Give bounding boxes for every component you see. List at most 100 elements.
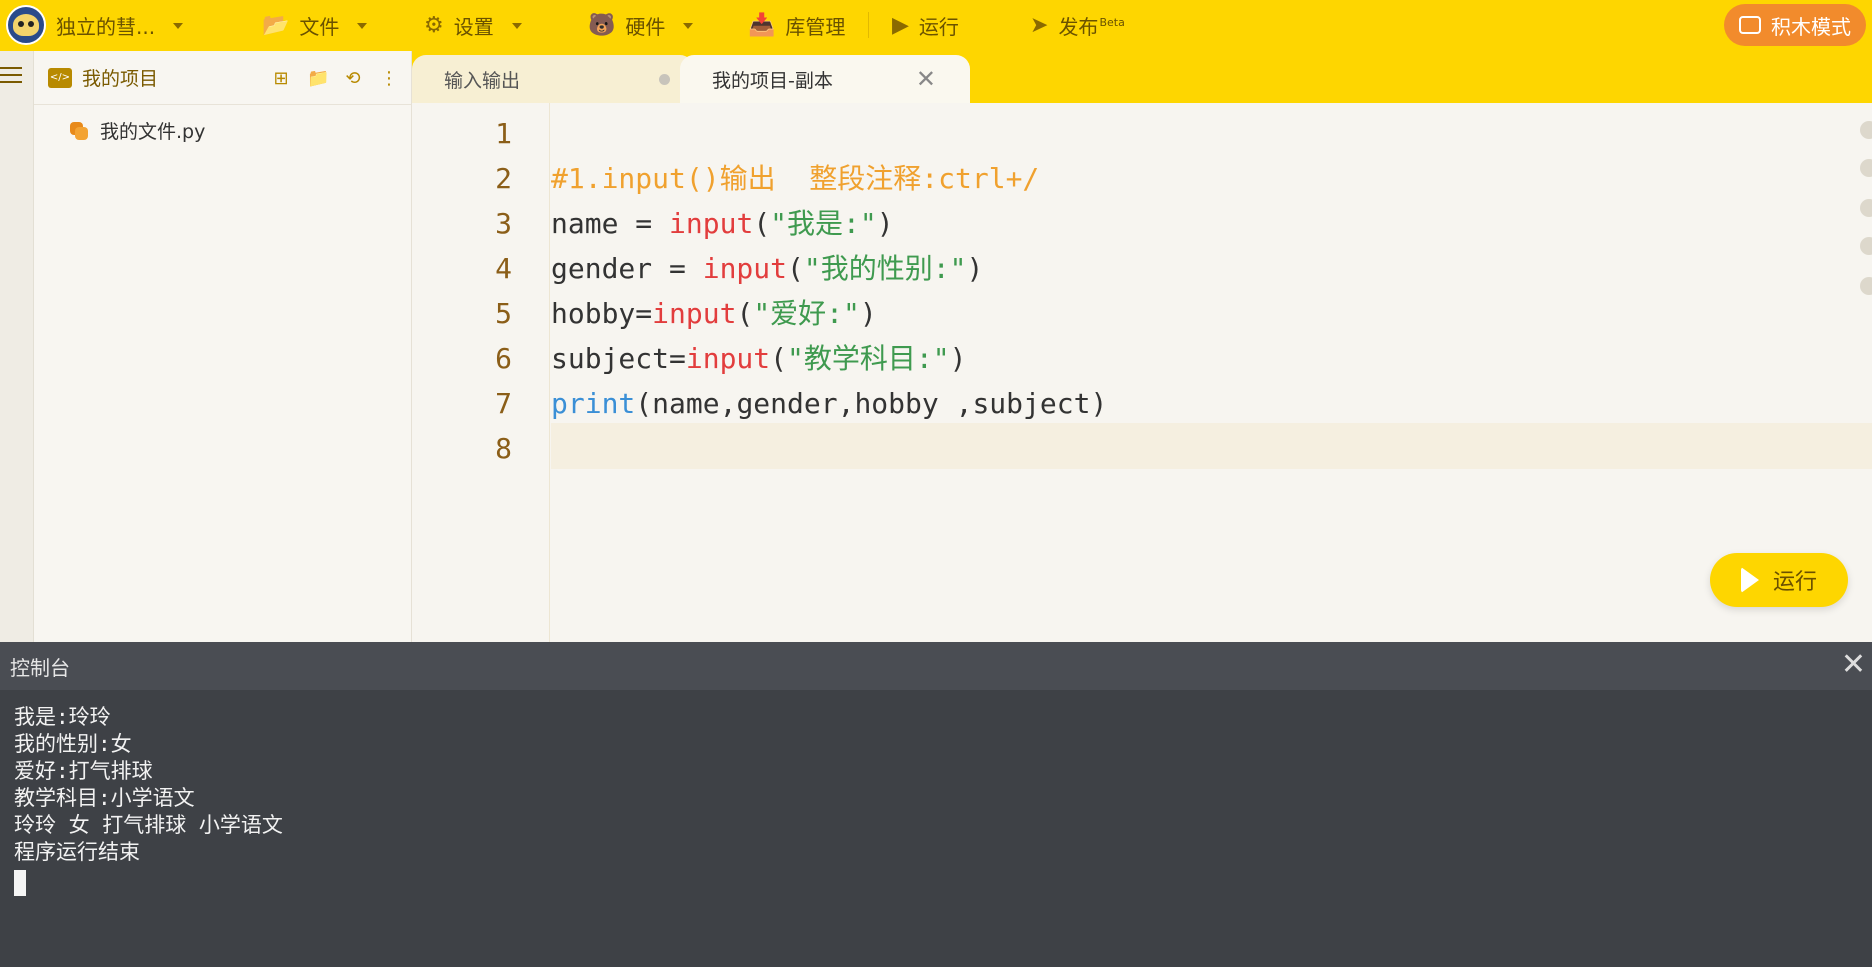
side-tool-icon[interactable] [1860, 237, 1872, 255]
tab-label: 我的项目-副本 [712, 69, 833, 92]
avatar[interactable] [6, 5, 46, 45]
project-name-label: 独立的彗... [56, 15, 156, 39]
more-options-icon[interactable]: ⋮ [379, 68, 399, 89]
code-token: "我的性别:" [803, 252, 967, 285]
side-tool-icon[interactable] [1860, 121, 1872, 139]
line-number: 8 [495, 432, 512, 465]
console-output[interactable]: 我是:玲玲 我的性别:女 爱好:打气排球 教学科目:小学语文 玲玲 女 打气排球… [0, 690, 1872, 903]
chevron-down-icon [173, 22, 184, 29]
send-icon: ➤ [1030, 12, 1049, 38]
code-token: gender = [551, 252, 703, 285]
code-token: ) [949, 342, 967, 375]
folder-icon: 📂 [262, 12, 290, 38]
hardware-icon: 🐻 [588, 12, 616, 38]
code-token: ( [753, 207, 771, 240]
code-token: ) [859, 297, 877, 330]
sidebar-toolbar: ⊞ 📁 ⟲ ⋮ [271, 51, 399, 105]
close-console-icon[interactable]: ✕ [1841, 650, 1866, 680]
file-menu[interactable]: 📂 文件 [262, 0, 368, 51]
avatar-face-icon [13, 14, 39, 36]
blocks-icon [1739, 16, 1761, 34]
close-tab-icon[interactable]: ✕ [916, 67, 936, 91]
code-token: "我是:" [770, 207, 877, 240]
file-menu-label: 文件 [299, 15, 340, 39]
new-folder-icon[interactable]: 📁 [307, 68, 329, 89]
code-line: #1.input()输出 整段注释:ctrl+/ [551, 156, 1039, 201]
line-number: 3 [495, 207, 512, 240]
side-tool-icon[interactable] [1860, 277, 1872, 295]
menu-divider [868, 12, 869, 38]
code-token: #1.input()输出 整段注释:ctrl+/ [551, 162, 1040, 195]
code-token: "教学科目:" [787, 342, 950, 375]
line-number: 7 [495, 387, 512, 420]
code-line: hobby=input("爱好:") [551, 291, 877, 336]
code-token: print [551, 387, 636, 420]
line-number: 2 [495, 162, 512, 195]
chevron-down-icon [683, 22, 694, 29]
publish-menu[interactable]: ➤ 发布Beta [1030, 0, 1125, 51]
settings-menu[interactable]: ⚙ 设置 [424, 0, 522, 51]
code-token: input [702, 252, 788, 285]
console-header: 控制台 ✕ [0, 642, 1872, 690]
beta-badge: Beta [1099, 16, 1125, 30]
code-token: ) [876, 207, 894, 240]
side-tool-icon[interactable] [1860, 199, 1872, 217]
gear-icon: ⚙ [424, 12, 444, 38]
new-file-icon[interactable]: ⊞ [271, 68, 291, 89]
run-button-label: 运行 [1772, 570, 1817, 595]
code-editor[interactable]: 1 2 #1.input()输出 整段注释:ctrl+/3 name = input(… [412, 103, 1872, 642]
settings-menu-label: 设置 [453, 15, 494, 39]
code-line: gender = input("我的性别:") [551, 246, 983, 291]
library-menu[interactable]: 📥 库管理 [748, 0, 845, 51]
hardware-menu-label: 硬件 [625, 15, 666, 39]
run-button[interactable]: 运行 [1710, 553, 1848, 607]
code-token: ( [770, 342, 788, 375]
project-sidebar: </> 我的项目 ⊞ 📁 ⟲ ⋮ 我的文件.py [34, 51, 412, 642]
console-panel: 控制台 ✕ 我是:玲玲 我的性别:女 爱好:打气排球 教学科目:小学语文 玲玲 … [0, 642, 1872, 967]
unsaved-dot-icon [659, 73, 670, 85]
project-code-icon: </> [48, 67, 72, 88]
top-menu-bar: 独立的彗... 📂 文件 ⚙ 设置 🐻 硬件 📥 库管理 ▶ 运行 ➤ 发布Be… [0, 0, 1872, 51]
line-number: 5 [495, 297, 512, 330]
block-mode-label: 积木模式 [1771, 14, 1851, 39]
chevron-down-icon [357, 22, 368, 29]
line-number: 4 [495, 252, 512, 285]
library-icon: 📥 [748, 12, 776, 38]
sidebar-header: </> 我的项目 ⊞ 📁 ⟲ ⋮ [34, 51, 411, 105]
sidebar-title: 我的项目 [82, 68, 159, 90]
tab-my-project-copy[interactable]: 我的项目-副本 ✕ [680, 55, 970, 103]
code-line: print(name,gender,hobby ,subject) [551, 381, 1107, 426]
collapse-sidebar-icon[interactable] [0, 67, 22, 88]
library-menu-label: 库管理 [785, 15, 846, 39]
code-token: input [669, 207, 754, 240]
left-activity-strip [0, 51, 34, 642]
console-output-text: 我是:玲玲 我的性别:女 爱好:打气排球 教学科目:小学语文 玲玲 女 打气排球… [14, 705, 283, 864]
code-token: "爱好:" [753, 297, 860, 330]
console-cursor [14, 870, 26, 896]
import-file-icon[interactable]: ⟲ [343, 68, 363, 89]
line-number: 1 [495, 117, 512, 150]
side-tool-icon[interactable] [1860, 159, 1872, 177]
run-menu-label: 运行 [918, 15, 959, 39]
editor-tab-bar: 输入输出 我的项目-副本 ✕ [412, 51, 1872, 103]
code-token: name = [551, 207, 670, 240]
file-item[interactable]: 我的文件.py [68, 117, 205, 144]
code-line: subject=input("教学科目:") [551, 336, 966, 381]
code-token: input [652, 297, 737, 330]
run-menu[interactable]: ▶ 运行 [892, 0, 959, 51]
code-token: (name,gender,hobby ,subject) [635, 387, 1108, 420]
publish-menu-label: 发布 [1058, 15, 1099, 39]
code-token: input [685, 342, 771, 375]
project-name-menu[interactable]: 独立的彗... [56, 0, 184, 51]
line-number: 6 [495, 342, 512, 375]
play-icon [1740, 567, 1759, 593]
editor-side-tools [1856, 103, 1872, 403]
block-mode-button[interactable]: 积木模式 [1724, 4, 1866, 46]
tab-input-output[interactable]: 输入输出 [412, 55, 694, 103]
python-file-icon [68, 120, 90, 142]
code-token: ( [787, 252, 804, 285]
code-token: subject= [551, 342, 686, 375]
hardware-menu[interactable]: 🐻 硬件 [588, 0, 694, 51]
chevron-down-icon [511, 22, 522, 29]
code-line: name = input("我是:") [551, 201, 894, 246]
